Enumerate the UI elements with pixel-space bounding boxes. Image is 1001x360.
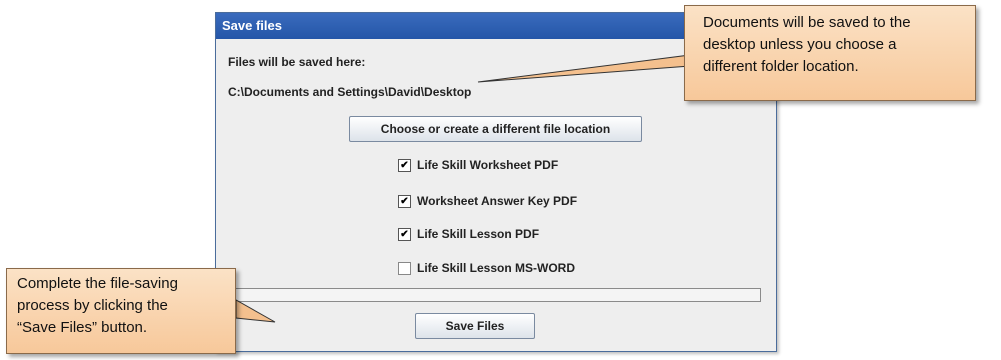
callout-save-button-hint: Complete the file-saving process by clic… [6, 268, 236, 354]
top-callout-pointer [477, 54, 691, 83]
callout-line: Documents will be saved to the [703, 14, 911, 31]
callout-save-location: Documents will be saved to the desktop u… [684, 5, 976, 101]
callout-line: desktop unless you choose a [703, 36, 897, 53]
callout-line: different folder location. [703, 58, 859, 75]
callout-line: “Save Files” button. [17, 319, 148, 336]
bottom-callout-pointer [235, 299, 276, 323]
callout-line: Complete the file-saving [17, 275, 178, 292]
callout-line: process by clicking the [17, 297, 168, 314]
